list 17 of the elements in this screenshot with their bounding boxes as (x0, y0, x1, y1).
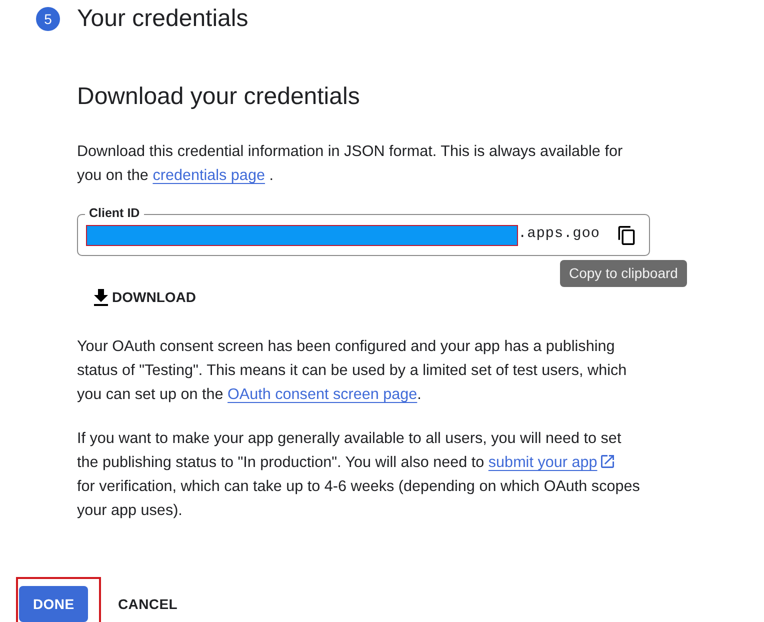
step-title: Your credentials (77, 6, 248, 32)
section-title: Download your credentials (77, 83, 360, 111)
text-link[interactable]: credentials page (152, 167, 265, 184)
tooltip: Copy to clipboard (560, 260, 687, 287)
external-link[interactable]: submit your app (488, 454, 614, 471)
intro-paragraph: Download this credential information in JSON format. This is always available for you on the credentials page . (77, 142, 624, 186)
download-button[interactable]: DOWNLOAD (86, 279, 204, 315)
download-icon[interactable] (94, 288, 108, 306)
info-paragraph: Your OAuth consent screen has been configured and your app has a publishing status of "Testing". This means it can be used by a limited set of test users, which you can set up on the OAuth consent screen page. (77, 337, 628, 405)
copy-icon[interactable] (618, 226, 635, 244)
done-button[interactable]: DONE (19, 586, 88, 622)
info-paragraph: If you want to make your app generally available to all users, you will need to set the publishing status to "In production". You will also need to submit your app for verification, which can take up to 4-6 weeks (depending on which OAuth scopes your app uses). (77, 429, 641, 521)
step-number: 5 (36, 7, 60, 31)
field-value: .apps.goo (518, 225, 600, 244)
cancel-button[interactable]: CANCEL (110, 586, 186, 622)
text-link[interactable]: OAuth consent screen page (228, 386, 418, 403)
external-link-icon[interactable] (601, 455, 614, 468)
